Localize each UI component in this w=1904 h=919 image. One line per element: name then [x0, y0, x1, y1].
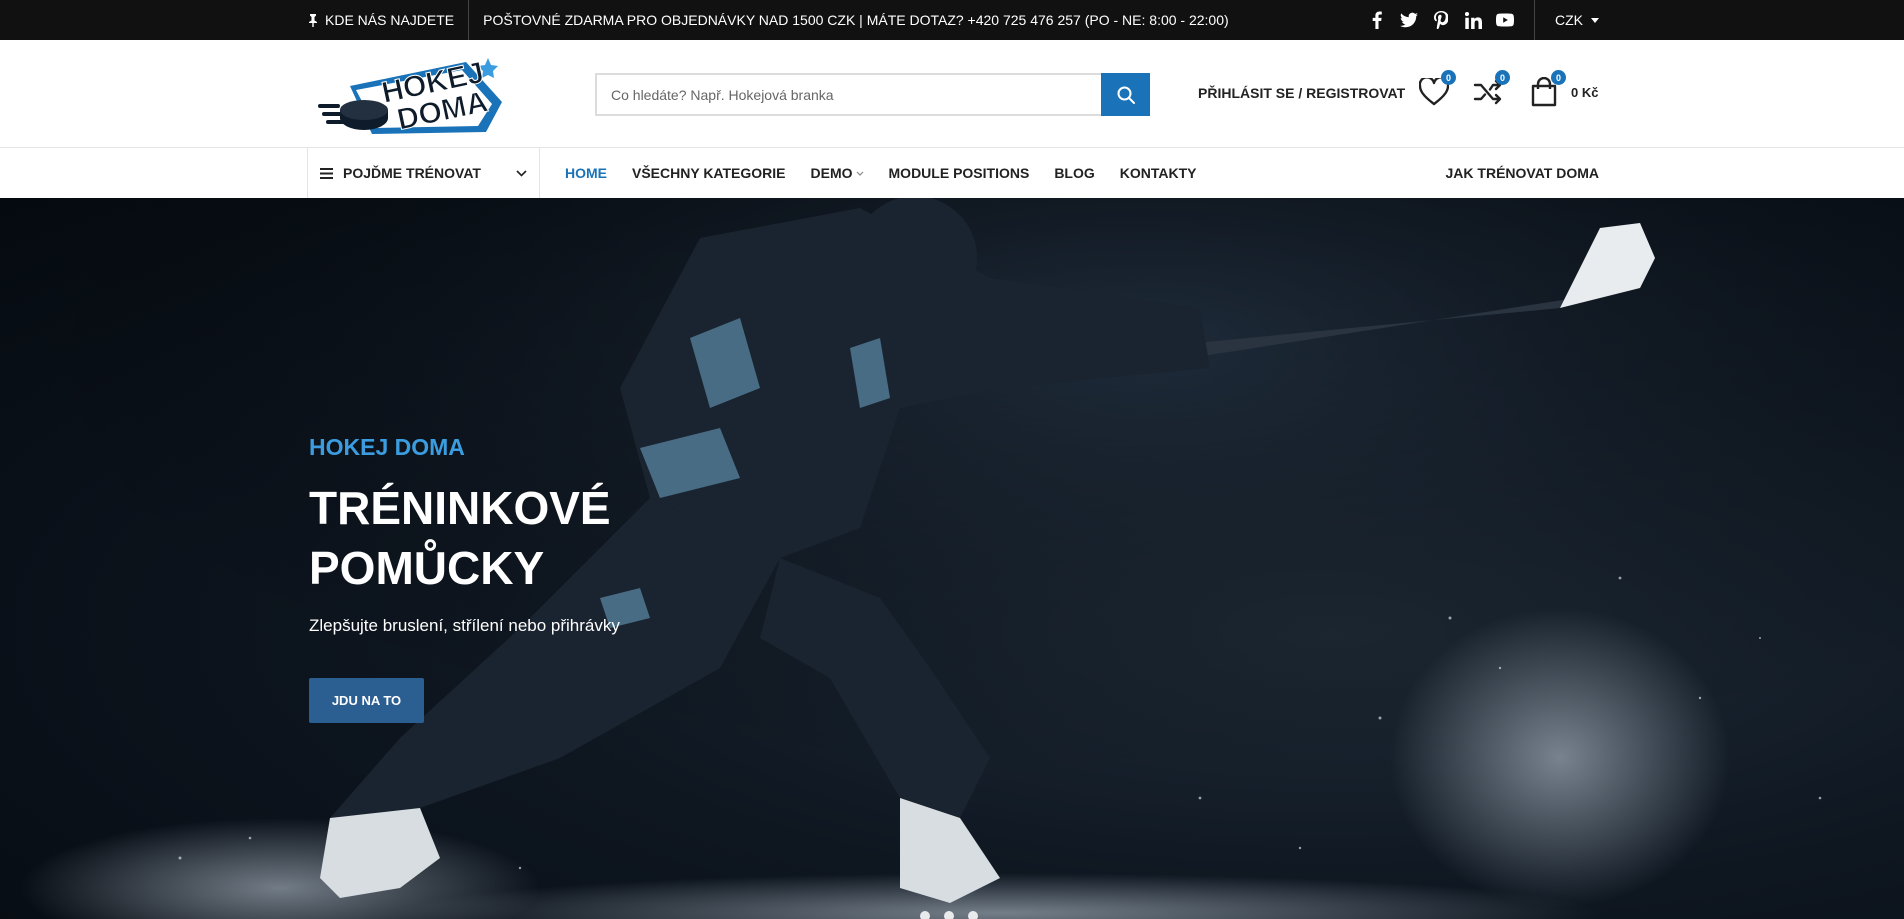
nav-item-demo[interactable]: DEMO — [811, 165, 864, 181]
currency-label: CZK — [1555, 12, 1583, 28]
store-locator-link[interactable]: KDE NÁS NAJDETE — [307, 0, 470, 40]
login-register-link[interactable]: PŘIHLÁSIT SE / REGISTROVAT — [1198, 85, 1405, 101]
hero-subtitle: HOKEJ DOMA — [309, 434, 465, 460]
nav-item-demo-label: DEMO — [810, 165, 853, 181]
youtube-icon[interactable] — [1496, 11, 1514, 29]
main-navigation: POJĎME TRÉNOVAT HOME VŠECHNY KATEGORIE D… — [0, 148, 1904, 198]
slider-dot[interactable] — [920, 911, 930, 919]
currency-selector[interactable]: CZK — [1555, 12, 1599, 28]
pin-icon — [309, 14, 317, 27]
category-menu-label: POJĎME TRÉNOVAT — [343, 165, 481, 181]
wishlist-count: 0 — [1441, 70, 1456, 85]
slider-dot[interactable] — [968, 911, 978, 919]
search-icon — [1117, 86, 1135, 104]
nav-item-contacts[interactable]: KONTAKTY — [1120, 165, 1197, 181]
hero-cta-button[interactable]: JDU NA TO — [309, 678, 424, 723]
cart-count: 0 — [1551, 70, 1566, 85]
cart-total[interactable]: 0 Kč — [1571, 85, 1598, 100]
search-button[interactable] — [1101, 73, 1150, 116]
site-header: HOKEJ DOMA PŘIHLÁSIT SE / REGISTROVAT 0 … — [0, 40, 1904, 148]
wishlist-button[interactable]: 0 — [1418, 70, 1456, 108]
compare-button[interactable]: 0 — [1472, 70, 1510, 108]
store-locator-label: KDE NÁS NAJDETE — [325, 12, 455, 28]
hero-image — [0, 198, 1904, 919]
twitter-icon[interactable] — [1400, 11, 1418, 29]
chevron-down-icon — [856, 171, 863, 176]
social-links — [1368, 0, 1535, 40]
pinterest-icon[interactable] — [1432, 11, 1450, 29]
nav-item-home[interactable]: HOME — [565, 165, 607, 181]
compare-count: 0 — [1495, 70, 1510, 85]
hero-slider: HOKEJ DOMA TRÉNINKOVÉ POMŮCKY Zlepšujte … — [0, 198, 1904, 919]
nav-menu: HOME VŠECHNY KATEGORIE DEMO MODULE POSIT… — [565, 148, 1197, 198]
shipping-info: POŠTOVNÉ ZDARMA PRO OBJEDNÁVKY NAD 1500 … — [483, 12, 1229, 28]
slider-pagination — [920, 911, 978, 919]
slider-dot[interactable] — [944, 911, 954, 919]
cart-button[interactable]: 0 — [1528, 70, 1566, 108]
nav-item-how-to-train[interactable]: JAK TRÉNOVAT DOMA — [1446, 148, 1599, 198]
category-menu-toggle[interactable]: POJĎME TRÉNOVAT — [307, 148, 540, 198]
site-logo[interactable]: HOKEJ DOMA — [316, 48, 506, 140]
nav-item-all-categories[interactable]: VŠECHNY KATEGORIE — [632, 165, 786, 181]
search-bar — [595, 73, 1150, 116]
search-input[interactable] — [595, 73, 1101, 116]
hero-title: TRÉNINKOVÉ POMŮCKY — [309, 482, 611, 594]
hero-description: Zlepšujte bruslení, střílení nebo přihrá… — [309, 616, 620, 635]
chevron-down-icon — [516, 169, 527, 177]
caret-down-icon — [1591, 17, 1599, 23]
menu-icon — [320, 167, 333, 179]
nav-item-module-positions[interactable]: MODULE POSITIONS — [889, 165, 1030, 181]
linkedin-icon[interactable] — [1464, 11, 1482, 29]
top-bar: KDE NÁS NAJDETE POŠTOVNÉ ZDARMA PRO OBJE… — [0, 0, 1904, 40]
nav-item-blog[interactable]: BLOG — [1054, 165, 1094, 181]
facebook-icon[interactable] — [1368, 11, 1386, 29]
